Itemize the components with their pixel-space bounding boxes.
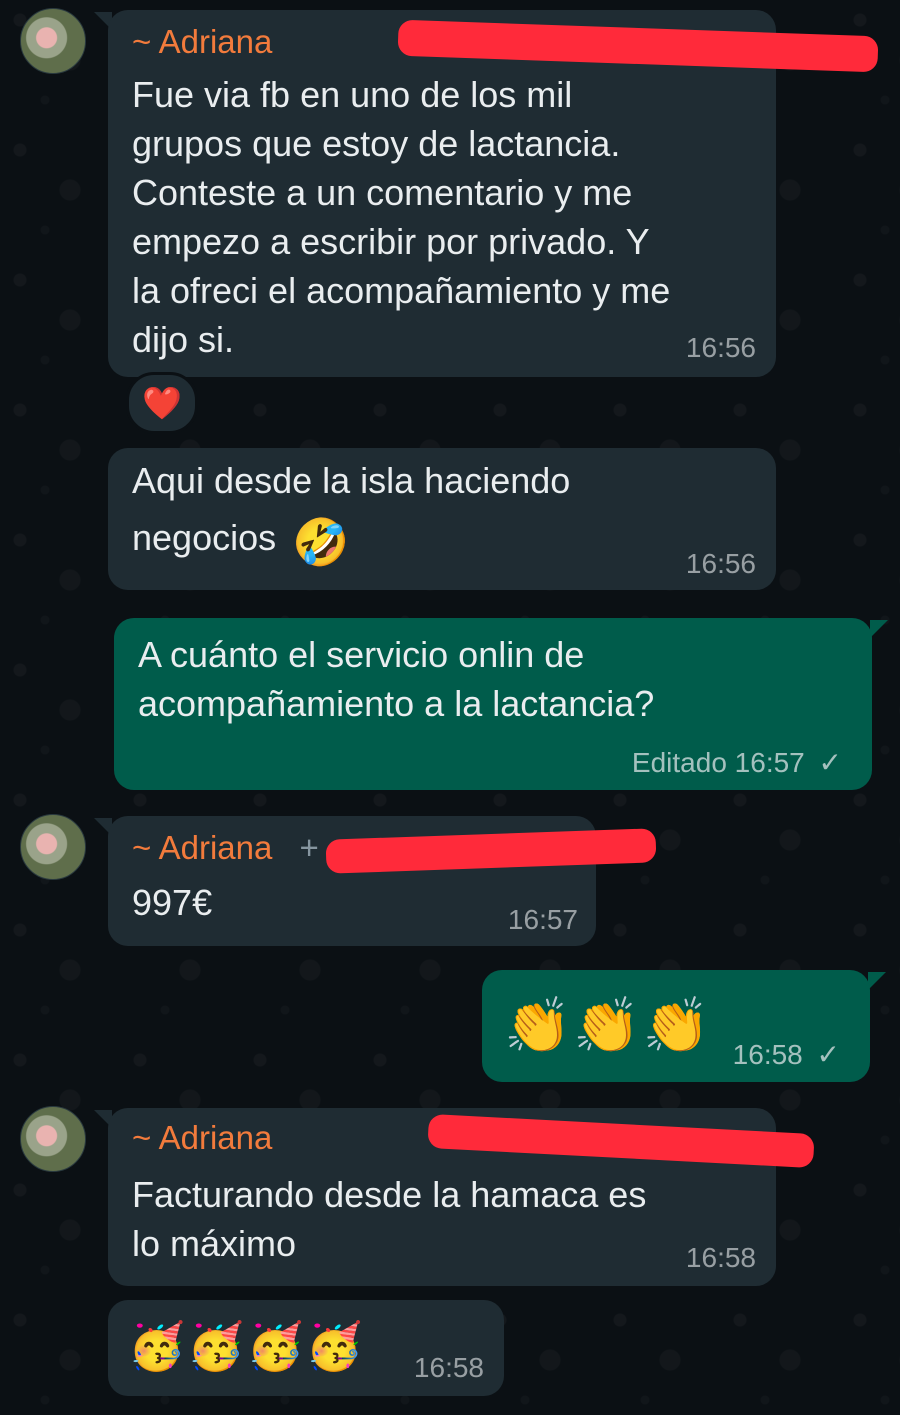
message-line: Conteste a un comentario y me <box>132 172 633 213</box>
sender-name-text: ~ Adriana <box>132 829 273 866</box>
avatar[interactable] <box>20 814 86 880</box>
message-text: Aqui desde la isla haciendo negocios 🤣 <box>132 456 570 567</box>
message-time: 16:56 <box>685 332 756 363</box>
message-text: Fue via fb en uno de los mil grupos que … <box>132 70 762 364</box>
message-line: dijo si. <box>132 319 235 360</box>
message-time: 16:57 <box>734 747 805 778</box>
sender-phone-prefix: + <box>299 829 319 866</box>
rolling-laughing-emoji: 🤣 <box>292 516 350 568</box>
message-meta: 16:58 ✓ <box>733 1038 840 1071</box>
message-line-with-emoji: negocios 🤣 <box>132 513 570 567</box>
message-line: A cuánto el servicio onlin de <box>138 634 585 675</box>
message-bubble-outgoing[interactable]: A cuánto el servicio onlin de acompañami… <box>114 618 872 790</box>
message-line: acompañamiento a la lactancia? <box>138 683 655 724</box>
message-line: negocios <box>132 517 277 558</box>
message-line: Facturando desde la hamaca es <box>132 1174 647 1215</box>
message-bubble-incoming[interactable]: 🥳🥳🥳🥳 16:58 <box>108 1300 504 1396</box>
reaction-badge[interactable]: ❤️ <box>126 372 198 434</box>
message-time: 16:58 <box>685 1242 756 1273</box>
sender-name[interactable]: ~ Adriana <box>132 1118 272 1158</box>
avatar[interactable] <box>20 1106 86 1172</box>
sender-name[interactable]: ~ Adriana + <box>132 828 319 868</box>
bubble-tail <box>868 972 886 990</box>
message-time: 16:57 <box>507 904 578 935</box>
clapping-hands-emoji: 👏👏👏 <box>504 996 712 1056</box>
message-line: Aqui desde la isla haciendo <box>132 460 571 501</box>
message-line: la ofreci el acompañamiento y me <box>132 270 671 311</box>
avatar[interactable] <box>20 8 86 74</box>
message-time: 16:58 <box>732 1039 803 1070</box>
message-line: Fue via fb en uno de los mil <box>132 74 573 115</box>
message-time: 16:58 <box>413 1352 484 1383</box>
message-line: lo máximo <box>132 1223 297 1264</box>
message-time: 16:56 <box>685 548 756 579</box>
bubble-tail <box>870 620 888 638</box>
message-line: grupos que estoy de lactancia. <box>132 123 621 164</box>
message-line: empezo a escribir por privado. Y <box>132 221 650 262</box>
message-bubble-outgoing[interactable]: 👏👏👏 16:58 ✓ <box>482 970 870 1082</box>
message-text: A cuánto el servicio onlin de acompañami… <box>138 630 654 728</box>
message-text: 997€ <box>132 882 213 923</box>
edited-label: Editado <box>631 747 727 778</box>
message-meta: Editado 16:57 ✓ <box>632 746 842 779</box>
message-text: Facturando desde la hamaca es lo máximo <box>132 1170 646 1268</box>
sent-check-icon: ✓ <box>816 1039 840 1070</box>
sent-check-icon: ✓ <box>818 747 842 778</box>
sender-name[interactable]: ~ Adriana <box>132 22 272 62</box>
message-bubble-incoming[interactable]: Aqui desde la isla haciendo negocios 🤣 1… <box>108 448 776 590</box>
partying-face-emoji: 🥳🥳🥳🥳 <box>128 1320 366 1372</box>
